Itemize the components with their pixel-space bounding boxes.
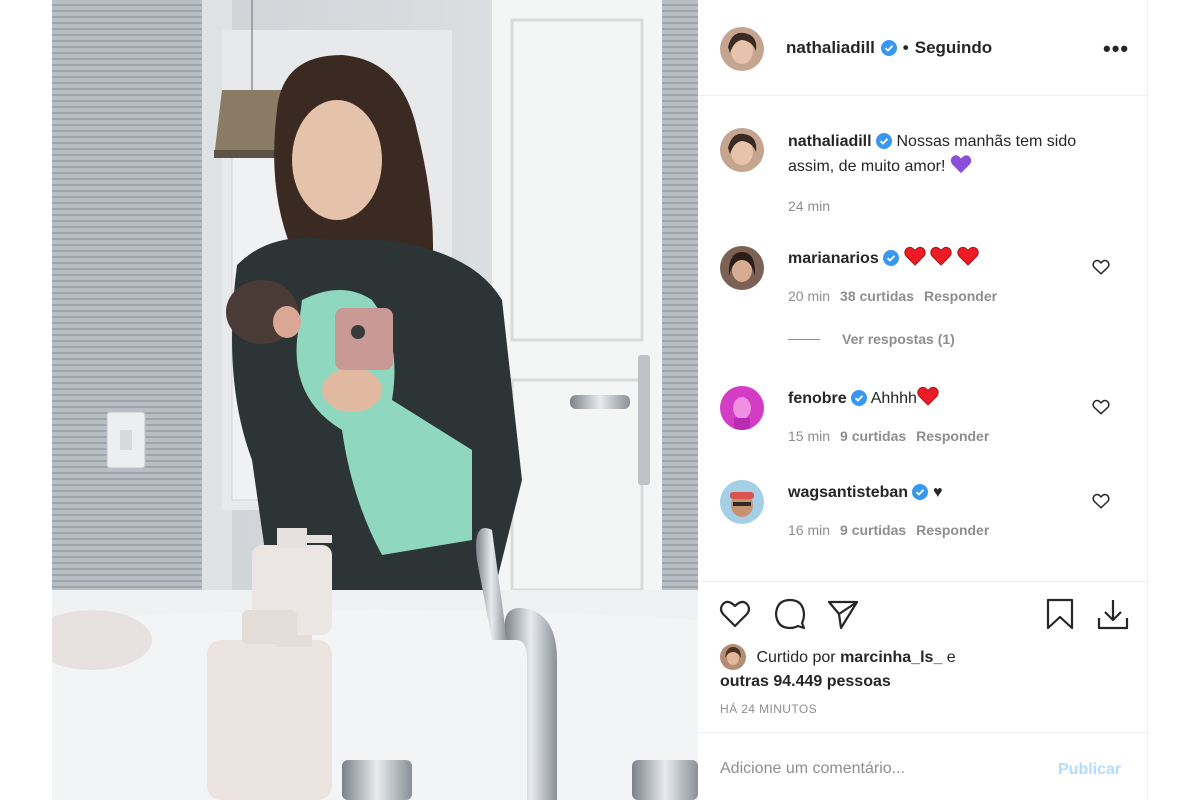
- caption-time: 24 min: [788, 198, 831, 214]
- comment-icon[interactable]: [773, 597, 807, 631]
- replies-divider: [788, 338, 820, 340]
- comment-meta: 15 min 9 curtidas Responder: [788, 428, 989, 444]
- post-caption: nathaliadill Nossas manhãs tem sido assi…: [698, 126, 1148, 226]
- post-header: nathaliadill • Seguindo •••: [698, 0, 1148, 96]
- verified-badge-icon: [912, 484, 929, 500]
- heart-icon[interactable]: [718, 597, 752, 631]
- bookmark-icon[interactable]: [1043, 597, 1077, 631]
- comment-text: marianarios: [788, 246, 979, 271]
- comment-item: fenobre Ahhhh 15 min 9 curtidas Responde…: [698, 386, 1148, 466]
- comment-likes[interactable]: 9 curtidas: [840, 428, 906, 444]
- liked-by-summary: Curtido por marcinha_ls_ e outras 94.449…: [720, 644, 956, 694]
- comment-username[interactable]: marianarios: [788, 250, 879, 267]
- comment-username[interactable]: fenobre: [788, 390, 847, 407]
- caption-avatar[interactable]: [720, 128, 764, 172]
- comment-likes[interactable]: 9 curtidas: [840, 522, 906, 538]
- red-heart-icon: [930, 246, 952, 266]
- reply-button[interactable]: Responder: [924, 288, 997, 304]
- following-button[interactable]: Seguindo: [915, 38, 992, 58]
- author-username[interactable]: nathaliadill: [786, 38, 875, 58]
- comment-likes[interactable]: 38 curtidas: [840, 288, 914, 304]
- verified-badge-icon: [851, 390, 868, 406]
- comment-body: ♥: [932, 484, 943, 501]
- comment-text: fenobre Ahhhh: [788, 386, 939, 411]
- more-horizontal-icon[interactable]: •••: [1103, 36, 1129, 62]
- comments-list[interactable]: nathaliadill Nossas manhãs tem sido assi…: [698, 96, 1148, 582]
- commenter-avatar[interactable]: [720, 480, 764, 524]
- liked-by-others[interactable]: outras 94.449 pessoas: [720, 673, 891, 690]
- publish-button[interactable]: Publicar: [1058, 761, 1121, 779]
- post-actions: Curtido por marcinha_ls_ e outras 94.449…: [698, 582, 1148, 732]
- red-heart-icon: [956, 246, 979, 266]
- caption-username[interactable]: nathaliadill: [788, 133, 872, 150]
- caption-meta: 24 min: [788, 198, 830, 214]
- red-heart-icon: [917, 386, 939, 406]
- commenter-avatar[interactable]: [720, 386, 764, 430]
- like-comment-heart-icon[interactable]: [1092, 398, 1110, 416]
- view-replies-label[interactable]: Ver respostas (1): [842, 331, 955, 347]
- author-avatar[interactable]: [720, 27, 764, 71]
- view-replies-button[interactable]: Ver respostas (1): [788, 331, 955, 347]
- comment-username[interactable]: wagsantisteban: [788, 484, 908, 501]
- purple-heart-icon: [950, 155, 972, 174]
- share-icon[interactable]: [826, 597, 860, 631]
- commenter-avatar[interactable]: [720, 246, 764, 290]
- liker-avatar[interactable]: [720, 644, 746, 670]
- verified-badge-icon: [876, 133, 893, 149]
- verified-badge-icon: [883, 250, 900, 266]
- red-heart-icon: [903, 246, 926, 266]
- liked-by-user[interactable]: marcinha_ls_: [840, 649, 942, 666]
- reply-button[interactable]: Responder: [916, 428, 989, 444]
- liked-by-prefix: Curtido por: [756, 649, 836, 666]
- comment-input[interactable]: [720, 755, 1040, 783]
- like-comment-heart-icon[interactable]: [1092, 492, 1110, 510]
- reply-button[interactable]: Responder: [916, 522, 989, 538]
- comment-meta: 20 min 38 curtidas Responder: [788, 288, 997, 304]
- comment-item: wagsantisteban ♥ 16 min 9 curtidas Respo…: [698, 480, 1148, 560]
- post-photo[interactable]: [52, 0, 698, 800]
- post-timestamp[interactable]: HÁ 24 MINUTOS: [720, 702, 817, 716]
- like-comment-heart-icon[interactable]: [1092, 258, 1110, 276]
- comment-time: 20 min: [788, 288, 831, 304]
- comment-body: Ahhhh: [870, 390, 917, 407]
- download-icon[interactable]: [1096, 597, 1130, 631]
- liked-by-and: e: [946, 649, 956, 666]
- comment-text: wagsantisteban ♥: [788, 480, 942, 505]
- author-name-row: nathaliadill • Seguindo: [786, 38, 992, 58]
- comment-meta: 16 min 9 curtidas Responder: [788, 522, 989, 538]
- add-comment-bar: Publicar: [698, 732, 1148, 800]
- comment-time: 16 min: [788, 522, 831, 538]
- verified-badge-icon: [880, 40, 897, 56]
- post-photo-illustration: [52, 0, 698, 800]
- post-side-panel: nathaliadill • Seguindo ••• nathaliadill…: [698, 0, 1148, 800]
- separator-dot: •: [902, 38, 909, 57]
- comment-time: 15 min: [788, 428, 831, 444]
- caption-text: nathaliadill Nossas manhãs tem sido assi…: [788, 129, 1108, 179]
- comment-item: marianarios 20 min 38 curtidas Responder…: [698, 246, 1148, 376]
